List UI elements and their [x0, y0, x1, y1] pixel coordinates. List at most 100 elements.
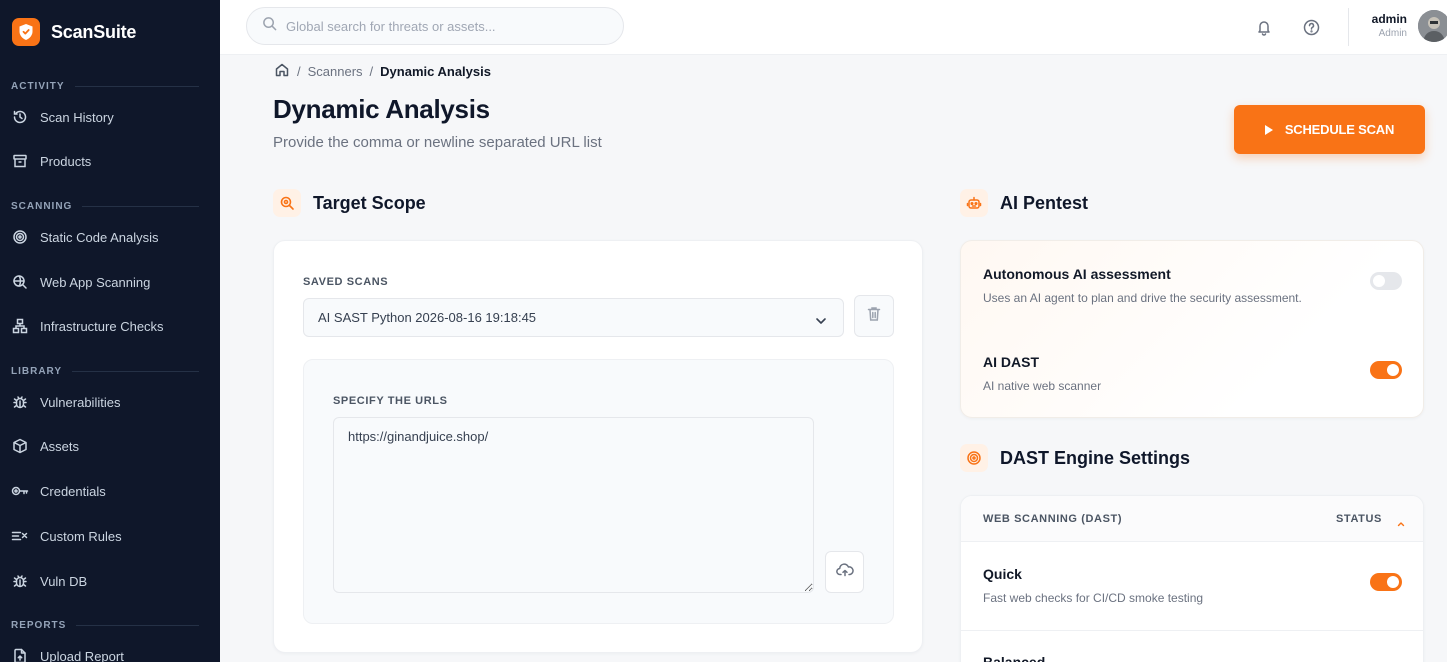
toggle-knob: [1373, 275, 1385, 287]
sidebar-item-label: Products: [40, 153, 92, 169]
chevron-up-icon[interactable]: [1397, 514, 1405, 532]
urls-label: SPECIFY THE URLS: [333, 395, 448, 407]
saved-scans-label: SAVED SCANS: [303, 276, 389, 288]
sidebar-item-label: Upload Report: [40, 648, 124, 662]
upload-file-icon: [11, 647, 29, 662]
saved-scans-select[interactable]: AI SAST Python 2026-08-16 19:18:45: [303, 298, 844, 337]
sidebar-item-upload-report[interactable]: Upload Report: [11, 641, 209, 662]
breadcrumb-separator: /: [297, 64, 301, 79]
sidebar-item-infrastructure-checks[interactable]: Infrastructure Checks: [11, 311, 209, 341]
avatar[interactable]: [1418, 10, 1447, 42]
sidebar-item-label: Web App Scanning: [40, 274, 151, 290]
sidebar-item-web-app-scanning[interactable]: Web App Scanning: [11, 267, 209, 297]
dast-engine-card: WEB SCANNING (DAST) STATUS Quick Fast we…: [960, 495, 1424, 662]
toggle-knob: [1387, 576, 1399, 588]
shield-logo-icon: [12, 18, 40, 46]
breadcrumb-scanners[interactable]: Scanners: [308, 64, 363, 79]
play-icon: [1264, 124, 1273, 135]
user-role: Admin: [1378, 28, 1407, 39]
sidebar-item-products[interactable]: Products: [11, 146, 209, 176]
ai-dast-toggle[interactable]: [1370, 361, 1402, 379]
target-scope-header: Target Scope: [273, 189, 426, 217]
cloud-upload-icon: [835, 562, 854, 582]
urls-textarea[interactable]: https://ginandjuice.shop/: [333, 417, 814, 593]
column-header-web-scanning: WEB SCANNING (DAST): [983, 513, 1123, 525]
dast-quick-toggle[interactable]: [1370, 573, 1402, 591]
robot-icon: [960, 189, 988, 217]
breadcrumb: / Scanners / Dynamic Analysis: [274, 62, 491, 81]
autonomous-ai-title: Autonomous AI assessment: [983, 266, 1171, 282]
schedule-scan-button[interactable]: SCHEDULE SCAN: [1234, 105, 1425, 154]
dast-table-header: WEB SCANNING (DAST) STATUS: [961, 496, 1423, 542]
search-icon: [262, 16, 277, 36]
sidebar: ScanSuite ACTIVITY Scan History Products…: [0, 0, 220, 662]
target-icon: [960, 444, 988, 472]
saved-scans-value: AI SAST Python 2026-08-16 19:18:45: [318, 310, 537, 325]
ai-pentest-header: AI Pentest: [960, 189, 1088, 217]
home-icon[interactable]: [274, 62, 290, 81]
row-divider: [961, 630, 1423, 631]
scope-search-icon: [273, 189, 301, 217]
help-icon[interactable]: [1300, 16, 1322, 38]
schedule-scan-label: SCHEDULE SCAN: [1284, 122, 1395, 137]
cube-icon: [11, 437, 29, 455]
ai-pentest-title: AI Pentest: [1000, 192, 1089, 213]
sidebar-item-label: Credentials: [40, 483, 106, 499]
sidebar-item-label: Assets: [40, 438, 80, 454]
global-search[interactable]: [246, 7, 624, 45]
sidebar-item-label: Vulnerabilities: [40, 394, 121, 410]
sidebar-item-label: Scan History: [40, 109, 114, 125]
archive-icon: [11, 152, 29, 170]
sidebar-item-custom-rules[interactable]: Custom Rules: [11, 521, 209, 551]
dast-engine-title: DAST Engine Settings: [1000, 447, 1191, 468]
chevron-down-icon: [815, 313, 827, 328]
trash-icon: [867, 306, 881, 327]
bug-icon: [11, 572, 29, 590]
dast-row-title: Balanced: [983, 654, 1046, 662]
sidebar-item-label: Custom Rules: [40, 528, 122, 544]
sidebar-item-vuln-db[interactable]: Vuln DB: [11, 566, 209, 596]
delete-scan-button[interactable]: [854, 295, 894, 337]
dast-row-title: Quick: [983, 566, 1022, 582]
user-name[interactable]: admin: [1372, 12, 1407, 26]
section-label-activity: ACTIVITY: [11, 81, 199, 92]
dast-engine-header: DAST Engine Settings: [960, 444, 1190, 472]
column-header-status[interactable]: STATUS: [1336, 513, 1382, 525]
breadcrumb-separator: /: [369, 64, 374, 79]
network-icon: [11, 317, 29, 335]
search-input[interactable]: [286, 18, 606, 34]
dast-row-desc: Fast web checks for CI/CD smoke testing: [983, 591, 1204, 605]
sidebar-item-static-code-analysis[interactable]: Static Code Analysis: [11, 222, 209, 252]
topbar-divider: [1348, 8, 1349, 46]
bug-icon: [11, 393, 29, 411]
brand[interactable]: ScanSuite: [12, 18, 136, 46]
sidebar-item-assets[interactable]: Assets: [11, 431, 209, 461]
web-scan-icon: [11, 273, 29, 291]
sidebar-item-label: Static Code Analysis: [40, 229, 159, 245]
ai-dast-desc: AI native web scanner: [983, 379, 1102, 393]
target-icon: [11, 228, 29, 246]
upload-urls-button[interactable]: [825, 551, 864, 593]
ai-dast-title: AI DAST: [983, 354, 1039, 370]
page-title: Dynamic Analysis: [273, 94, 490, 124]
sidebar-item-label: Infrastructure Checks: [40, 318, 164, 334]
section-label-reports: REPORTS: [11, 620, 199, 631]
sidebar-item-scan-history[interactable]: Scan History: [11, 102, 209, 132]
autonomous-ai-toggle[interactable]: [1370, 272, 1402, 290]
sidebar-item-credentials[interactable]: Credentials: [11, 476, 209, 506]
sidebar-item-label: Vuln DB: [40, 573, 88, 589]
breadcrumb-current: Dynamic Analysis: [380, 64, 491, 79]
history-icon: [11, 108, 29, 126]
section-label-scanning: SCANNING: [11, 201, 199, 212]
autonomous-ai-desc: Uses an AI agent to plan and drive the s…: [983, 291, 1302, 305]
bell-icon[interactable]: [1253, 16, 1275, 38]
target-scope-title: Target Scope: [313, 192, 426, 213]
page-subtitle: Provide the comma or newline separated U…: [273, 134, 602, 151]
sidebar-item-vulnerabilities[interactable]: Vulnerabilities: [11, 387, 209, 417]
topbar: admin Admin: [220, 0, 1447, 55]
toggle-knob: [1387, 364, 1399, 376]
rules-icon: [11, 527, 29, 545]
section-label-library: LIBRARY: [11, 366, 199, 377]
key-icon: [11, 482, 29, 500]
brand-name: ScanSuite: [51, 21, 137, 42]
